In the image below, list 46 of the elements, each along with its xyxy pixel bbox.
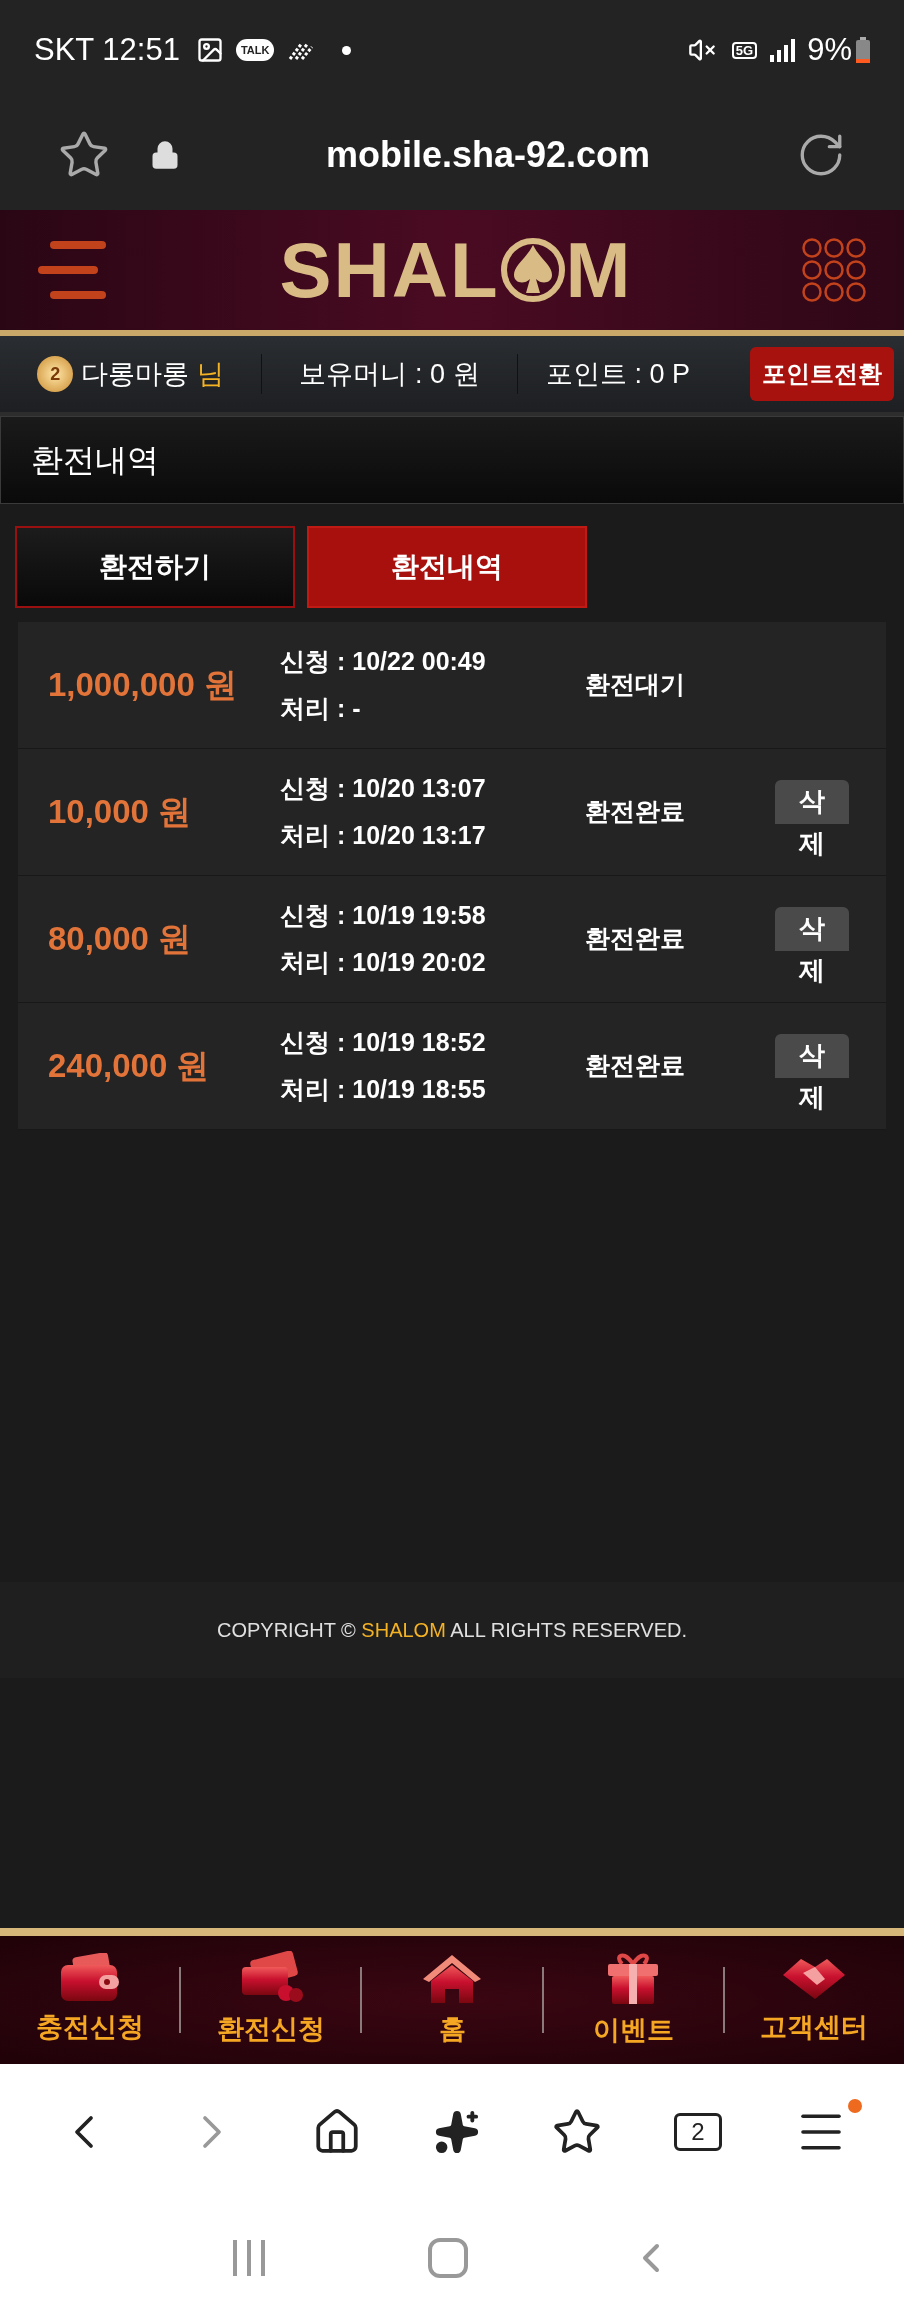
nav-item[interactable]: 홈	[362, 1950, 542, 2050]
tab[interactable]: 환전하기	[15, 526, 295, 608]
status-text: 환전대기	[585, 669, 686, 701]
gallery-icon	[195, 36, 224, 64]
process-time: 처리 : -	[280, 693, 362, 724]
carrier-time: SKT 12:51	[34, 30, 180, 69]
battery-icon	[856, 37, 870, 63]
amount: 240,000 원	[47, 1046, 211, 1087]
talk-badge: TALK	[235, 38, 275, 62]
logo-text: SHAL	[279, 231, 500, 309]
amount: 80,000 원	[47, 919, 193, 960]
logo-text: M	[565, 231, 633, 309]
status-text: 환전완료	[585, 796, 686, 828]
request-time: 신청 : 10/19 19:58	[280, 899, 487, 931]
point-balance: 포인트 : 0 P	[546, 357, 690, 391]
request-time: 신청 : 10/20 13:07	[280, 772, 487, 804]
level-badge: 2	[37, 356, 74, 392]
request-time: 신청 : 10/22 00:49	[280, 645, 487, 677]
sparkle-icon[interactable]	[434, 2109, 480, 2155]
network-type: 5G	[731, 41, 758, 59]
nav-item[interactable]: 환전신청	[181, 1950, 361, 2050]
money-balance: 보유머니 : 0 원	[299, 357, 480, 391]
process-time: 처리 : 10/19 18:55	[280, 1074, 487, 1105]
signal-icon	[769, 38, 796, 62]
nav-item[interactable]: 고객센터	[724, 1952, 904, 2048]
copyright-text: COPYRIGHT © SHALOM ALL RIGHTS RESERVED.	[216, 1618, 688, 1643]
battery-percent: 9%	[807, 30, 852, 69]
spade-icon	[499, 237, 566, 303]
grid-menu-icon[interactable]	[802, 238, 866, 302]
point-convert-button[interactable]: 포인트전환	[750, 347, 894, 401]
tab-count[interactable]: 2	[674, 2113, 722, 2151]
request-time: 신청 : 10/19 18:52	[280, 1026, 487, 1058]
user-name: 다롱마롱 님	[81, 357, 224, 391]
process-time: 처리 : 10/20 13:17	[280, 820, 487, 851]
status-text: 환전완료	[585, 1050, 686, 1082]
nav-item[interactable]: 이벤트	[543, 1949, 723, 2051]
home-button-icon[interactable]	[428, 2238, 468, 2278]
amount: 10,000 원	[47, 792, 193, 833]
page-title: 환전내역	[31, 441, 159, 480]
amount: 1,000,000 원	[47, 665, 238, 706]
wallet-icon	[58, 1952, 121, 2003]
tab[interactable]: 환전내역	[307, 526, 587, 608]
nav-item[interactable]: 충전신청	[0, 1952, 180, 2048]
lock-icon	[150, 140, 180, 170]
status-text: 환전완료	[585, 923, 686, 955]
process-time: 처리 : 10/19 20:02	[280, 947, 487, 978]
